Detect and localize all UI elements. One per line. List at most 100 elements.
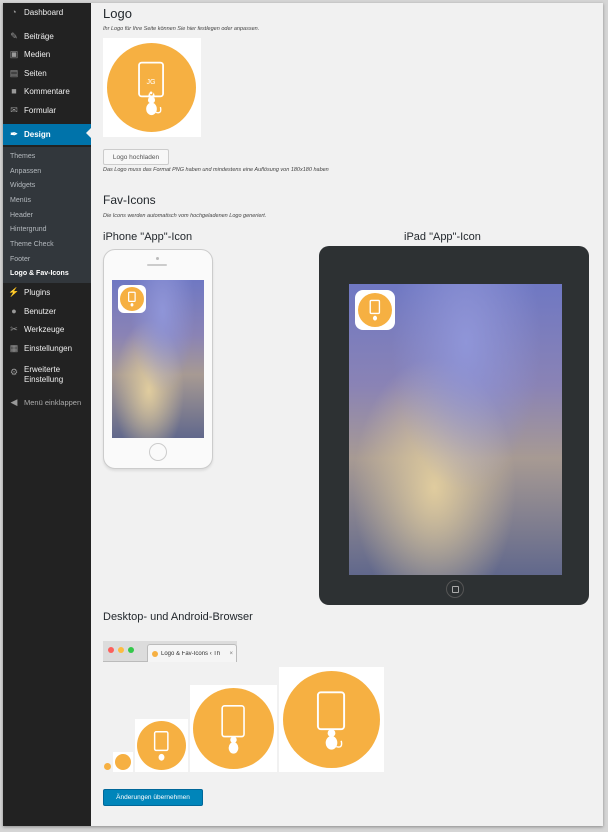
collapse-menu-button[interactable]: ◀ Menü einklappen	[3, 393, 91, 411]
logo-preview: JG	[103, 38, 201, 137]
logo-hint: Das Logo muss das Format PNG haben und m…	[103, 167, 329, 173]
sidebar-item-pages[interactable]: ▤ Seiten	[3, 64, 91, 82]
sidebar-item-label: Kommentare	[24, 86, 70, 96]
sidebar-item-label: Seiten	[24, 68, 47, 78]
sidebar-item-users[interactable]: ● Benutzer	[3, 302, 91, 320]
window-close-dot[interactable]	[108, 647, 114, 653]
sidebar-item-label: Werkzeuge	[24, 324, 65, 334]
sidebar-item-dashboard[interactable]: ◔ Dashboard	[3, 3, 91, 21]
wrench-icon: ✂	[10, 323, 18, 334]
submenu-item-themes[interactable]: Themes	[10, 153, 35, 160]
dashboard-icon: ◔	[11, 7, 17, 17]
sidebar-item-label-line1: Erweiterte	[24, 365, 61, 374]
pages-icon: ▤	[9, 67, 19, 78]
favicon-32	[115, 754, 131, 770]
tab-favicon	[152, 650, 158, 657]
admin-sidebar: ◔ Dashboard ✎ Beiträge ▣ Medien ▤ Seiten…	[3, 3, 91, 826]
sidebar-item-posts[interactable]: ✎ Beiträge	[3, 27, 91, 45]
tab-title: Logo & Fav-Icons ‹ Th	[161, 650, 221, 657]
browser-tab[interactable]: Logo & Fav-Icons ‹ Th ×	[147, 644, 237, 662]
sidebar-item-label: Medien	[24, 49, 51, 59]
logo-description: Ihr Logo für Ihre Seite können Sie hier …	[103, 26, 260, 32]
favicon-256-tile	[279, 667, 384, 772]
sidebar-item-tools[interactable]: ✂ Werkzeuge	[3, 320, 91, 338]
save-changes-button[interactable]: Änderungen übernehmen	[103, 789, 203, 806]
tablet-cat-icon	[128, 291, 136, 307]
iphone-screen	[112, 280, 204, 438]
sidebar-item-plugins[interactable]: ⚡ Plugins	[3, 283, 91, 301]
sidebar-item-comments[interactable]: ■ Kommentare	[3, 82, 91, 100]
tablet-cat-icon	[221, 705, 245, 754]
collapse-icon: ◀	[10, 396, 18, 407]
ipad-mockup	[319, 246, 589, 605]
sidebar-item-advanced-settings[interactable]: ⚙ Erweiterte Einstellung	[3, 365, 91, 389]
favicon-96	[137, 721, 186, 770]
sidebar-item-label: Benutzer	[24, 306, 57, 316]
submenu-item-widgets[interactable]: Widgets	[10, 182, 35, 189]
brush-icon: ✒	[10, 129, 18, 139]
logo-circle: JG	[107, 43, 196, 132]
browser-tabbar: Logo & Fav-Icons ‹ Th ×	[103, 641, 237, 662]
sidebar-item-label: Design	[24, 130, 51, 139]
sidebar-item-settings[interactable]: ▦ Einstellungen	[3, 339, 91, 357]
window-maximize-dot[interactable]	[128, 647, 134, 653]
browser-section-title: Desktop- und Android-Browser	[103, 611, 253, 623]
settings-icon: ▦	[9, 342, 19, 353]
ipad-icon-heading: iPad "App"-Icon	[404, 231, 481, 243]
comment-icon: ■	[11, 86, 17, 96]
tablet-cat-icon	[153, 731, 169, 761]
sidebar-item-label: Einstellungen	[24, 343, 73, 353]
iphone-home-button[interactable]	[149, 443, 167, 461]
submenu-item-footer[interactable]: Footer	[10, 256, 30, 263]
design-submenu: Themes Anpassen Widgets Menüs Header Hin…	[3, 147, 91, 283]
favicons-description: Die Icons werden automatisch vom hochgel…	[103, 213, 267, 219]
submenu-item-background[interactable]: Hintergrund	[10, 226, 47, 233]
sidebar-item-label-line2: Einstellung	[24, 375, 64, 384]
favicon-256	[283, 671, 380, 768]
iphone-app-icon-circle	[120, 287, 144, 311]
favicon-16	[104, 763, 111, 770]
sidebar-item-media[interactable]: ▣ Medien	[3, 45, 91, 63]
media-icon: ▣	[9, 48, 19, 59]
tab-close-icon[interactable]: ×	[229, 651, 233, 657]
window-minimize-dot[interactable]	[118, 647, 124, 653]
pin-icon: ✎	[10, 30, 18, 41]
logo-section-title: Logo	[103, 6, 132, 21]
logo-initials: JG	[147, 78, 156, 86]
favicon-32-tile	[113, 752, 133, 772]
upload-logo-button[interactable]: Logo hochladen	[103, 149, 169, 165]
iphone-mockup	[103, 249, 213, 469]
admin-window: ◔ Dashboard ✎ Beiträge ▣ Medien ▤ Seiten…	[3, 3, 603, 826]
sidebar-item-label: Erweiterte Einstellung	[24, 365, 63, 385]
tablet-cat-icon: JG	[138, 61, 164, 116]
sidebar-item-design[interactable]: ✒ Design	[3, 124, 91, 145]
mail-icon: ✉	[10, 104, 18, 115]
iphone-speaker	[147, 264, 167, 266]
ipad-app-icon-circle	[358, 293, 392, 327]
tablet-cat-icon	[316, 691, 346, 750]
tablet-cat-icon	[369, 299, 381, 321]
sidebar-item-label: Formular	[24, 105, 57, 115]
submenu-item-logo-favicons[interactable]: Logo & Fav-Icons	[10, 270, 69, 277]
favicon-192-tile	[190, 685, 277, 772]
ipad-home-button-square	[452, 586, 459, 593]
ipad-screen	[349, 284, 562, 575]
iphone-app-icon	[118, 285, 146, 313]
submenu-item-customize[interactable]: Anpassen	[10, 168, 41, 175]
plugin-icon: ⚡	[8, 286, 20, 297]
ipad-home-button[interactable]	[446, 580, 464, 598]
gear-icon: ⚙	[9, 366, 19, 377]
submenu-item-header[interactable]: Header	[10, 212, 33, 219]
sidebar-item-label: Dashboard	[24, 7, 64, 17]
favicons-section-title: Fav-Icons	[103, 193, 156, 207]
sidebar-item-label: Beiträge	[24, 31, 54, 41]
submenu-item-theme-check[interactable]: Theme Check	[10, 241, 54, 248]
collapse-menu-label: Menü einklappen	[24, 397, 82, 407]
user-icon: ●	[11, 306, 17, 316]
ipad-app-icon	[355, 290, 395, 330]
sidebar-item-label: Plugins	[24, 287, 51, 297]
favicon-96-tile	[135, 719, 188, 772]
iphone-icon-heading: iPhone "App"-Icon	[103, 231, 193, 243]
sidebar-item-forms[interactable]: ✉ Formular	[3, 101, 91, 119]
submenu-item-menus[interactable]: Menüs	[10, 197, 31, 204]
